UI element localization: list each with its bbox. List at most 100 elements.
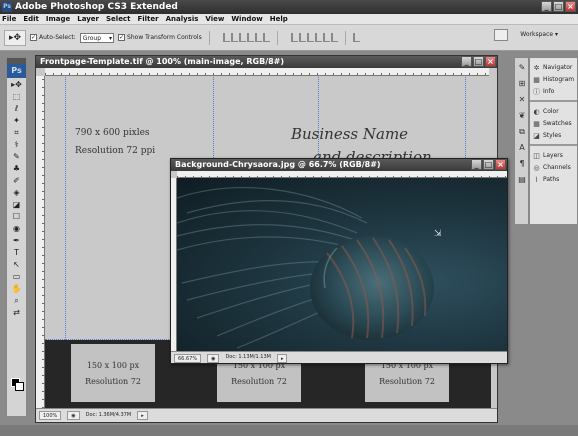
menu-file[interactable]: File [2,14,16,24]
brush-panel-icon[interactable]: ✎ [516,62,528,74]
tool-presets-icon[interactable]: ✕ [516,94,528,106]
healing-tool-icon[interactable]: ⚕ [7,139,26,150]
tool-preset-picker[interactable]: ▸✥ [4,29,26,46]
clone-source-icon[interactable]: ⊞ [516,78,528,90]
panel-navigator[interactable]: ✲ Navigator [532,62,577,74]
swap-colors-icon[interactable]: ⇄ [7,307,26,318]
layer-comps-icon[interactable]: ❦ [516,110,528,122]
panel-channels[interactable]: ◎ Channels [532,162,577,174]
window-controls: _ □ × [541,1,576,12]
menu-window[interactable]: Window [231,14,262,24]
align-bottom-icon[interactable] [238,33,246,42]
dodge-tool-icon[interactable]: ◉ [7,223,26,234]
brush-tool-icon[interactable]: ✎ [7,151,26,162]
align-right-icon[interactable] [262,33,270,42]
jellyfish-image[interactable]: ⇲ [177,178,507,351]
zoom-tool-icon[interactable]: ⌕ [7,295,26,306]
marquee-tool-icon[interactable]: ⬚ [7,91,26,102]
shape-tool-icon[interactable]: ▭ [7,271,26,282]
auto-align-icon[interactable] [352,33,360,42]
align-vcenter-icon[interactable] [230,33,238,42]
doc-minimize-button[interactable]: _ [471,159,482,170]
menu-image[interactable]: Image [46,14,70,24]
document-title-bar[interactable]: Frontpage-Template.tif @ 100% (main-imag… [36,56,497,68]
options-bar: ▸✥ ✓Auto-Select: Group ✓Show Transform C… [0,25,578,51]
show-transform-checkbox[interactable]: ✓ [118,34,126,41]
panel-layers[interactable]: ◫ Layers [532,150,577,162]
eraser-tool-icon[interactable]: ◈ [7,187,26,198]
panel-styles[interactable]: ◪ Styles [532,130,577,142]
magic-wand-tool-icon[interactable]: ✦ [7,115,26,126]
panel-swatches[interactable]: ▦ Swatches [532,118,577,130]
menu-analysis[interactable]: Analysis [166,14,199,24]
history-icon[interactable]: ⧉ [516,126,528,138]
status-menu-button[interactable]: ◉ [207,354,220,363]
menu-layer[interactable]: Layer [77,14,99,24]
panel-info[interactable]: ⓘ Info [532,86,577,98]
title-bar: Ps Adobe Photoshop CS3 Extended _ □ × [0,0,578,14]
document-window-controls: _ □ × [471,159,506,170]
align-hcenter-icon[interactable] [254,33,262,42]
menu-select[interactable]: Select [106,14,130,24]
move-tool-icon[interactable]: ▸✥ [7,79,26,90]
gradient-tool-icon[interactable]: ◪ [7,199,26,210]
minimize-button[interactable]: _ [541,1,552,12]
panel-dock: ✲ Navigator ▦ Histogram ⓘ Info ◐ Color ▦ Swat… [529,57,578,225]
clone-stamp-tool-icon[interactable]: ♣ [7,163,26,174]
document-title-bar[interactable]: Background-Chrysaora.jpg @ 66.7% (RGB/8#… [171,159,507,171]
distribute-top-icon[interactable] [290,33,298,42]
show-transform-label: Show Transform Controls [127,34,202,41]
distribute-right-icon[interactable] [330,33,338,42]
maximize-button[interactable]: □ [553,1,564,12]
blur-tool-icon[interactable]: ☐ [7,211,26,222]
lasso-tool-icon[interactable]: ℓ [7,103,26,114]
close-button[interactable]: × [565,1,576,12]
auto-select-dropdown[interactable]: Group [79,32,115,43]
horizontal-ruler[interactable] [177,171,507,178]
hand-tool-icon[interactable]: ✋ [7,283,26,294]
doc-maximize-button[interactable]: □ [483,159,494,170]
horizontal-ruler[interactable] [45,68,489,76]
status-menu-button[interactable]: ◉ [67,411,80,420]
notes-icon[interactable]: ▤ [516,174,528,186]
panel-color[interactable]: ◐ Color [532,106,577,118]
doc-maximize-button[interactable]: □ [473,56,484,67]
pen-tool-icon[interactable]: ✒ [7,235,26,246]
workspace-menu[interactable]: Workspace ▾ [520,31,558,38]
bridge-icon[interactable] [494,29,508,41]
background-color-swatch[interactable] [15,382,24,391]
paths-icon: ⌇ [534,175,539,184]
status-arrow-button[interactable]: ▸ [276,354,288,363]
ps-logo: Ps [7,64,26,78]
status-arrow-button[interactable]: ▸ [137,411,148,420]
path-selection-tool-icon[interactable]: ↖ [7,259,26,270]
doc-close-button[interactable]: × [485,56,496,67]
zoom-level-field[interactable]: 100% [39,411,62,420]
distribute-bottom-icon[interactable] [306,33,314,42]
panel-histogram[interactable]: ▦ Histogram [532,74,577,86]
type-tool-icon[interactable]: T [7,247,26,258]
doc-minimize-button[interactable]: _ [461,56,472,67]
menu-edit[interactable]: Edit [23,14,39,24]
align-left-icon[interactable] [246,33,254,42]
distribute-hcenter-icon[interactable] [322,33,330,42]
align-top-icon[interactable] [222,33,230,42]
vertical-ruler[interactable] [36,76,45,408]
menu-filter[interactable]: Filter [137,14,158,24]
menu-view[interactable]: View [205,14,224,24]
histogram-icon: ▦ [533,75,540,84]
photoshop-app: Ps Adobe Photoshop CS3 Extended _ □ × Fi… [0,0,578,436]
paragraph-icon[interactable]: ¶ [516,158,528,170]
doc-close-button[interactable]: × [495,159,506,170]
color-icon: ◐ [533,107,540,116]
zoom-level-field[interactable]: 66.67% [174,354,202,363]
character-icon[interactable]: A [516,142,528,154]
crop-tool-icon[interactable]: ⌗ [7,127,26,138]
history-brush-tool-icon[interactable]: ✐ [7,175,26,186]
panel-paths[interactable]: ⌇ Paths [532,174,577,186]
distribute-left-icon[interactable] [314,33,322,42]
auto-select-checkbox[interactable]: ✓ [30,34,37,41]
distribute-vcenter-icon[interactable] [298,33,306,42]
menu-help[interactable]: Help [270,14,288,24]
document-status-bar: 66.67% ◉ Doc: 1.13M/1.13M ▸ [171,351,507,363]
